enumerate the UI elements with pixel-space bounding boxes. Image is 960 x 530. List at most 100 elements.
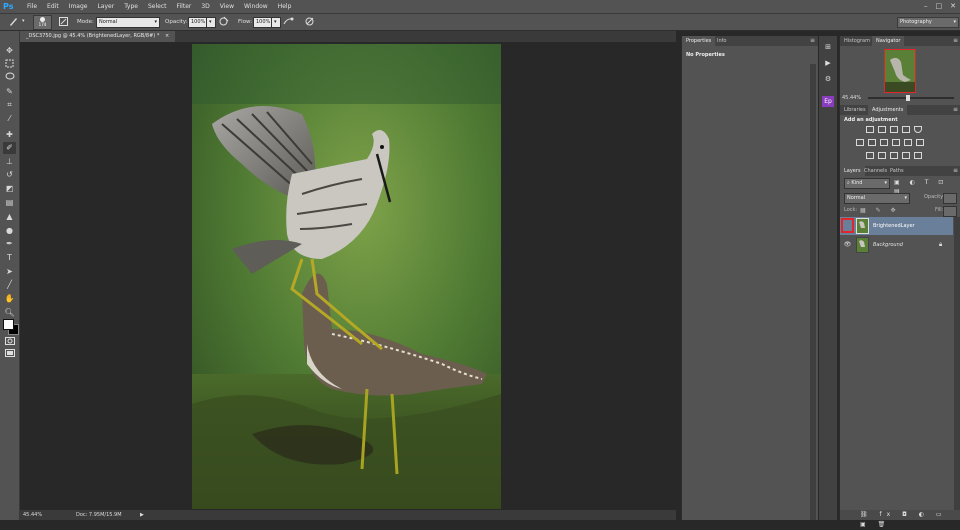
layer-name[interactable]: Background xyxy=(873,236,903,254)
close-button[interactable]: ✕ xyxy=(950,0,956,13)
crop-tool-icon[interactable]: ⌗ xyxy=(3,99,16,111)
opacity-slider-toggle[interactable]: ▾ xyxy=(206,17,216,28)
black-white-icon[interactable] xyxy=(880,139,888,146)
layer-name[interactable]: BrightenedLayer xyxy=(873,217,915,235)
screen-mode-icon[interactable] xyxy=(3,349,16,361)
hue-saturation-icon[interactable] xyxy=(856,139,864,146)
path-selection-tool-icon[interactable]: ➤ xyxy=(3,266,16,278)
tool-preset-chevron-icon[interactable]: ▾ xyxy=(22,19,26,24)
brush-presets-panel-icon[interactable]: ⚙ xyxy=(822,74,834,85)
menu-layer[interactable]: Layer xyxy=(92,0,119,13)
panel-menu-icon[interactable]: ≡ xyxy=(810,37,815,44)
vibrance-icon[interactable] xyxy=(914,126,922,133)
color-swatches[interactable] xyxy=(3,319,19,337)
marquee-tool-icon[interactable] xyxy=(3,59,16,71)
navigator-zoom[interactable]: 45.44% xyxy=(842,95,861,101)
photo-filter-icon[interactable] xyxy=(892,139,900,146)
quick-selection-tool-icon[interactable]: ✎ xyxy=(3,86,16,98)
brush-tool-icon[interactable] xyxy=(8,16,19,27)
foreground-color-swatch[interactable] xyxy=(3,319,14,330)
menu-file[interactable]: File xyxy=(22,0,42,13)
posterize-icon[interactable] xyxy=(878,152,886,159)
tab-paths[interactable]: Paths xyxy=(886,166,908,176)
menu-3d[interactable]: 3D xyxy=(196,0,214,13)
extension-panel-icon[interactable]: Ep xyxy=(822,96,834,107)
menu-image[interactable]: Image xyxy=(64,0,93,13)
layer-filter-icons[interactable]: ▣ ◐ T ⊡ ▤ xyxy=(894,178,956,195)
layer-visibility-toggle[interactable] xyxy=(841,218,854,233)
tab-adjustments[interactable]: Adjustments xyxy=(868,105,908,115)
tab-histogram[interactable]: Histogram xyxy=(840,36,874,46)
selective-color-icon[interactable] xyxy=(914,152,922,159)
navigator-zoom-slider[interactable] xyxy=(868,95,954,101)
menu-type[interactable]: Type xyxy=(119,0,143,13)
layers-footer-icons[interactable]: ⛓ fx ◘ ◐ ▭ ▣ 🗑︎ xyxy=(860,510,958,528)
history-brush-tool-icon[interactable]: ↺ xyxy=(3,169,16,181)
layer-opacity-input[interactable] xyxy=(943,193,957,204)
layer-filter-select[interactable]: ⌕ Kind ▾ xyxy=(844,178,890,189)
airbrush-icon[interactable] xyxy=(283,16,294,27)
type-tool-icon[interactable]: T xyxy=(3,252,16,264)
healing-brush-tool-icon[interactable]: ✚ xyxy=(3,129,16,141)
brightness-contrast-icon[interactable] xyxy=(866,126,874,133)
eye-icon[interactable]: 👁︎ xyxy=(843,239,852,251)
channel-mixer-icon[interactable] xyxy=(904,139,912,146)
navigator-thumbnail[interactable] xyxy=(884,49,916,93)
zoom-slider-handle[interactable] xyxy=(906,95,910,101)
lasso-tool-icon[interactable] xyxy=(3,72,16,84)
maximize-button[interactable]: □ xyxy=(936,0,943,13)
fill-input[interactable] xyxy=(943,206,957,217)
tab-info[interactable]: Info xyxy=(713,36,730,46)
properties-scrollbar[interactable] xyxy=(810,64,816,520)
layer-row[interactable]: BrightenedLayer xyxy=(840,217,953,235)
color-balance-icon[interactable] xyxy=(868,139,876,146)
invert-icon[interactable] xyxy=(866,152,874,159)
pen-tool-icon[interactable]: ✒ xyxy=(3,238,16,250)
minimize-button[interactable]: – xyxy=(924,0,928,13)
gradient-tool-icon[interactable]: ▤ xyxy=(3,197,16,209)
layers-scrollbar[interactable] xyxy=(954,217,960,510)
zoom-tool-icon[interactable]: 🔍︎ xyxy=(3,307,16,319)
brush-tool-icon[interactable]: ✐ xyxy=(3,142,16,154)
menu-window[interactable]: Window xyxy=(239,0,273,13)
blur-tool-icon[interactable]: ▲ xyxy=(3,211,16,223)
panel-menu-icon[interactable]: ≡ xyxy=(953,36,958,46)
levels-icon[interactable] xyxy=(878,126,886,133)
gradient-map-icon[interactable] xyxy=(902,152,910,159)
color-lookup-icon[interactable] xyxy=(916,139,924,146)
status-menu-arrow-icon[interactable]: ▶ xyxy=(140,510,144,520)
mode-select[interactable]: Normal ▾ xyxy=(96,17,160,28)
panel-menu-icon[interactable]: ≡ xyxy=(953,105,958,115)
menu-filter[interactable]: Filter xyxy=(172,0,197,13)
threshold-icon[interactable] xyxy=(890,152,898,159)
lock-icons[interactable]: ▦ ✎ ✥ ⊡ 🔒︎ xyxy=(860,206,910,223)
zoom-level[interactable]: 45.44% xyxy=(23,510,42,520)
menu-view[interactable]: View xyxy=(215,0,239,13)
blend-mode-select[interactable]: Normal ▾ xyxy=(844,193,910,204)
move-tool-icon[interactable]: ✥ xyxy=(3,45,16,57)
workspace-switcher[interactable]: Photography ▾ xyxy=(897,17,959,28)
curves-icon[interactable] xyxy=(890,126,898,133)
pressure-opacity-icon[interactable] xyxy=(218,16,229,27)
hand-tool-icon[interactable]: ✋ xyxy=(3,293,16,305)
clone-stamp-tool-icon[interactable]: ⊥ xyxy=(3,156,16,168)
tab-libraries[interactable]: Libraries xyxy=(840,105,870,115)
menu-edit[interactable]: Edit xyxy=(42,0,64,13)
menu-help[interactable]: Help xyxy=(273,0,297,13)
dodge-tool-icon[interactable]: ● xyxy=(3,225,16,237)
actions-panel-icon[interactable]: ▶ xyxy=(822,58,834,69)
menu-select[interactable]: Select xyxy=(143,0,172,13)
brush-panel-icon[interactable] xyxy=(58,16,69,27)
document-canvas[interactable] xyxy=(192,44,501,509)
brush-preset-picker[interactable]: 174 xyxy=(33,15,52,30)
tab-navigator[interactable]: Navigator xyxy=(872,36,905,46)
eraser-tool-icon[interactable]: ◩ xyxy=(3,183,16,195)
flow-slider-toggle[interactable]: ▾ xyxy=(271,17,281,28)
eyedropper-tool-icon[interactable]: ⁄ xyxy=(3,113,16,125)
tab-properties[interactable]: Properties xyxy=(682,36,716,46)
rectangle-tool-icon[interactable]: ╱ xyxy=(3,279,16,291)
history-panel-icon[interactable]: ⊞ xyxy=(822,42,834,53)
layer-row[interactable]: 👁︎ Background 🔒︎ xyxy=(840,236,953,254)
document-tab[interactable]: _DSC3750.jpg @ 45.4% (BrightenedLayer, R… xyxy=(20,31,176,42)
pressure-size-icon[interactable] xyxy=(304,16,315,27)
